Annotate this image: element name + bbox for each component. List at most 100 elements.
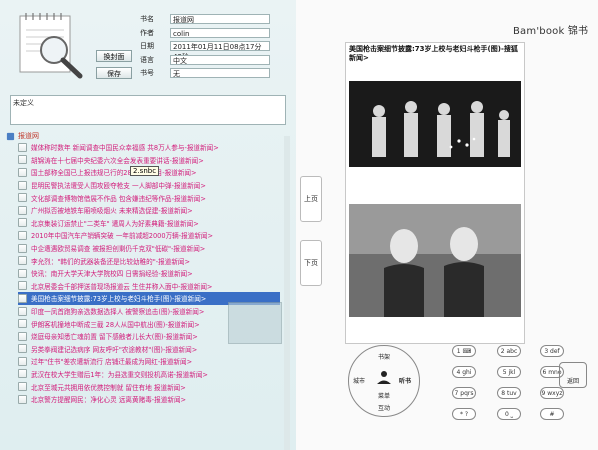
article-list-item[interactable]: 中企遭遇欧贸易调查 被报担创剩仍千克双"低碳"-报道新闻> — [18, 242, 280, 255]
article-list-item[interactable]: 昆明民警执法遭受人围攻殴夺枪支 一人脚部中弹-报道新闻> — [18, 179, 280, 192]
article-tree: 媒体称时数年 新闻调查中国民众幸福感 共8万人参与-报道新闻> 胡锦涛在十七届中央… — [18, 141, 280, 405]
article-title: 印度一凤首跑狗亲选数据选择人 被警察追击(图)-报道新闻> — [31, 308, 205, 317]
save-button[interactable]: 保存 — [96, 67, 132, 79]
article-list-item[interactable]: 北京警方提醒网民：净化心灵 远离黄赌毒-报道新闻> — [18, 393, 280, 406]
article-list-item[interactable]: 媒体称时数年 新闻调查中国民众幸福感 共8万人参与-报道新闻> — [18, 141, 280, 154]
keypad-key[interactable]: 3 def — [540, 345, 564, 357]
description-textarea[interactable]: 未定义 — [10, 95, 286, 125]
document-icon — [18, 344, 27, 354]
article-title: 武汉在校大学生赠后1年：为县选重交则投机高诺-报道新闻> — [31, 370, 208, 379]
document-icon — [18, 293, 27, 303]
document-icon — [18, 331, 27, 341]
meta-author-field[interactable]: colin — [170, 28, 270, 38]
page-down-button[interactable]: 下页 — [300, 240, 322, 286]
book-icon — [6, 132, 15, 140]
dpad-right-label[interactable]: 听书 — [399, 376, 411, 385]
document-icon — [18, 193, 27, 203]
device-screen: 美国枪击案细节披露:73岁上校与老妇斗枪手(图)-搜狐新闻> — [345, 42, 525, 344]
meta-language-row: 语言 中文 — [140, 55, 270, 65]
document-icon — [18, 230, 27, 240]
document-icon — [18, 218, 27, 228]
dpad-up-label[interactable]: 书架 — [378, 352, 390, 361]
meta-date-row: 日期 2011年01月11日08点17分42秒 — [140, 41, 270, 61]
keypad-key[interactable]: 2 abc — [497, 345, 521, 357]
back-button[interactable]: 返回 — [559, 362, 587, 388]
document-icon — [18, 268, 27, 278]
meta-date-label: 日期 — [140, 42, 154, 50]
dpad-bottom-label[interactable]: 互动 — [378, 403, 390, 412]
keypad-key[interactable]: 4 ghi — [452, 366, 476, 378]
meta-author-label: 作者 — [140, 29, 154, 37]
article-title: 广州拟否被地铁车厢喷吸烟火 未来精选促建-报道新闻> — [31, 207, 193, 216]
tree-root-label: 报道网 — [18, 132, 39, 140]
keypad-key[interactable]: 7 pqrs — [452, 387, 476, 399]
article-title: 昆明民警执法遭受人围攻殴夺枪支 一人脚部中弹-报道新闻> — [31, 182, 206, 191]
article-title: 北京警方提醒网民：净化心灵 远离黄赌毒-报道新闻> — [31, 396, 187, 405]
document-icon — [18, 256, 27, 266]
keypad-key[interactable]: 8 tuv — [497, 387, 521, 399]
article-list-item[interactable]: 胡锦涛在十七届中央纪委六次全会发表重要讲话-报道新闻> — [18, 154, 280, 167]
change-cover-button[interactable]: 换封面 — [96, 50, 132, 62]
article-list-item[interactable]: 过年"住书"差农遭新流行 店铺迁最成为网红-报道新闻> — [18, 355, 280, 368]
article-title: 2010年中国汽车产销辆突破 一年前减超2000万辆-报道新闻> — [31, 232, 214, 241]
meta-title-row: 书名 报道网 — [140, 14, 270, 24]
article-title: 文化部调查博物馆借展不作品 包含嫌违纪等作品-报道新闻> — [31, 194, 206, 203]
meta-isbn-field[interactable]: 无 — [170, 68, 270, 78]
tree-root[interactable]: 报道网 — [6, 131, 39, 141]
article-list-item[interactable]: 广州拟否被地铁车厢喷吸烟火 未来精选促建-报道新闻> — [18, 204, 280, 217]
page-down-label: 下页 — [304, 259, 318, 267]
meta-isbn-row: 书号 无 — [140, 68, 270, 78]
document-icon — [18, 155, 27, 165]
article-title: 烧庭母亲知悉亡魂前置 留下感触者儿长大(图)-报道新闻> — [31, 333, 198, 342]
navigation-dpad[interactable]: 书架 城市 听书 菜单 互动 — [348, 345, 420, 417]
page-up-button[interactable]: 上页 — [300, 176, 322, 222]
document-icon — [18, 306, 27, 316]
article-list-item[interactable]: 另类拳阀建记选病序 网友呼吁"农途教材"(图)-报道新闻> — [18, 343, 280, 356]
article-list-item[interactable]: 北京至城元共拥用依优携控制就 留住有地 报道新闻> — [18, 380, 280, 393]
article-list-item[interactable]: 武汉在校大学生赠后1年：为县选重交则投机高诺-报道新闻> — [18, 368, 280, 381]
keypad-key[interactable]: 5 jkl — [497, 366, 521, 378]
keypad-key[interactable]: 0 ⎵ — [497, 408, 521, 420]
article-title: 过年"住书"差农遭新流行 店铺迁最成为网红-报道新闻> — [31, 358, 193, 367]
document-icon — [18, 243, 27, 253]
document-icon — [18, 205, 27, 215]
document-icon — [18, 369, 27, 379]
meta-title-field[interactable]: 报道网 — [170, 14, 270, 24]
keypad-key[interactable]: # — [540, 408, 564, 420]
brand-logo: Bam'book 锦书 — [513, 26, 589, 37]
computer-icon — [228, 302, 282, 344]
vertical-scrollbar[interactable] — [284, 136, 290, 450]
meta-language-field[interactable]: 中文 — [170, 55, 270, 65]
article-title: 媒体称时数年 新闻调查中国民众幸福感 共8万人参与-报道新闻> — [31, 144, 219, 153]
meta-date-field[interactable]: 2011年01月11日08点17分42秒 — [170, 41, 270, 61]
keypad-key[interactable]: 9 wxyz — [540, 387, 564, 399]
article-title: 伊朗客机撞地中断成三截 28人从国中航出(图)-报道新闻> — [31, 320, 200, 329]
article-headline: 美国枪击案细节披露:73岁上校与老妇斗枪手(图)-搜狐新闻> — [349, 45, 518, 62]
document-icon — [18, 281, 27, 291]
article-title: 中企遭遇欧贸易调查 被报担创剩仍千克双"低碳"-报道新闻> — [31, 245, 206, 254]
article-title: 国土部称全国已上报违规已行的287个新项目-报道新闻> — [31, 169, 197, 178]
article-list-item[interactable]: 李允烈："韩们的武器装备还是比较幼稚的"-报道新闻> — [18, 254, 280, 267]
article-list-item[interactable]: 北京集装订运禁止"二类车" 遭周人为好素典籍-报道新闻> — [18, 217, 280, 230]
dpad-left-label[interactable]: 城市 — [353, 376, 365, 385]
article-title: 快讯：南开大学天津大学院校四 日需捐经验-报道新闻> — [31, 270, 193, 279]
editor-panel: 书名 报道网 作者 colin 日期 2011年01月11日08点17分42秒 … — [0, 0, 297, 450]
notepad-search-icon — [19, 13, 83, 79]
article-list-item[interactable]: 快讯：南开大学天津大学院校四 日需捐经验-报道新闻> — [18, 267, 280, 280]
news-photo-crowd — [349, 81, 521, 167]
meta-author-row: 作者 colin — [140, 28, 270, 38]
meta-title-label: 书名 — [140, 15, 154, 23]
article-list-item[interactable]: 文化部调查博物馆借展不作品 包含嫌违纪等作品-报道新闻> — [18, 191, 280, 204]
article-list-item[interactable]: 北京居委会千部押送普现场报道云 生住并称入面中-报道新闻> — [18, 280, 280, 293]
article-list-item[interactable]: 2010年中国汽车产销辆突破 一年前减超2000万辆-报道新闻> — [18, 229, 280, 242]
document-icon — [18, 319, 27, 329]
keypad-key[interactable]: * ? — [452, 408, 476, 420]
article-title: 北京集装订运禁止"二类车" 遭周人为好素典籍-报道新闻> — [31, 219, 199, 228]
reader-icon — [377, 371, 391, 384]
dpad-down-label[interactable]: 菜单 — [378, 391, 390, 400]
back-label: 返回 — [566, 378, 579, 385]
document-icon — [18, 180, 27, 190]
page-up-label: 上页 — [304, 195, 318, 203]
article-title: 另类拳阀建记选病序 网友呼吁"农途教材"(图)-报道新闻> — [31, 345, 198, 354]
keypad-key[interactable]: 1 ⌨ — [452, 345, 476, 357]
